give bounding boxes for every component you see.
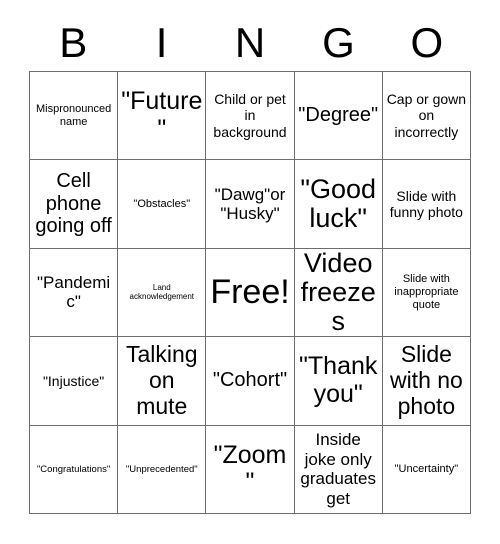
bingo-square[interactable]: "Obstacles" <box>118 160 207 249</box>
bingo-square-label: Child or pet in background <box>213 90 287 140</box>
bingo-square-label: "Obstacles" <box>133 197 191 210</box>
bingo-square-label: "Pandemic" <box>37 272 111 312</box>
bingo-header-letter-i: I <box>155 18 168 66</box>
bingo-square[interactable]: Slide with inappropriate quote <box>382 248 471 338</box>
bingo-square[interactable]: "Thank you" <box>294 337 383 426</box>
bingo-square-label: "Unprecedented" <box>125 463 198 475</box>
bingo-square-label: Mispronounced name <box>35 102 112 128</box>
bingo-square-label: Free! <box>210 272 290 311</box>
bingo-square-label: Video freezes <box>300 248 376 337</box>
bingo-square-label: "Uncertainty" <box>394 462 459 475</box>
bingo-header-letter-b: B <box>59 18 88 66</box>
bingo-square-label: "Zoom" <box>213 440 287 497</box>
bingo-square[interactable]: "Future" <box>118 72 207 161</box>
bingo-square[interactable]: Free! <box>206 248 295 338</box>
bingo-square-label: "Good luck" <box>300 173 377 234</box>
bingo-square-label: Talking on mute <box>125 341 198 419</box>
bingo-square-label: Cell phone going off <box>35 169 112 238</box>
bingo-square-label: Slide with funny photo <box>389 187 463 221</box>
bingo-square-label: "Future" <box>121 87 203 143</box>
bingo-square[interactable]: "Cohort" <box>206 337 295 426</box>
bingo-header-row: B I N G O <box>29 14 471 71</box>
bingo-square[interactable]: "Pandemic" <box>30 248 119 338</box>
bingo-square-label: "Dawg"or "Husky" <box>214 184 286 224</box>
bingo-square-label: Inside joke only graduates get <box>300 430 376 508</box>
bingo-square[interactable]: "Degree" <box>294 72 383 161</box>
bingo-square[interactable]: Child or pet in background <box>206 72 295 161</box>
bingo-square[interactable]: "Dawg"or "Husky" <box>206 160 295 249</box>
bingo-square[interactable]: Video freezes <box>294 248 383 338</box>
bingo-grid: Mispronounced name "Future" Child or pet i… <box>29 71 471 514</box>
bingo-square[interactable]: Slide with no photo <box>382 337 471 426</box>
bingo-header-letter-g: G <box>322 18 355 66</box>
bingo-square[interactable]: Inside joke only graduates get <box>294 425 383 514</box>
bingo-card: B I N G O Mispronounced name "Future" Chil… <box>0 0 500 544</box>
bingo-header-letter-n: N <box>234 18 266 66</box>
bingo-square[interactable]: "Injustice" <box>30 337 119 426</box>
bingo-square-label: "Thank you" <box>299 352 378 408</box>
bingo-square-label: Land acknowledgement <box>129 282 195 302</box>
bingo-square[interactable]: Mispronounced name <box>30 72 119 161</box>
bingo-square-label: "Cohort" <box>212 369 288 392</box>
bingo-square[interactable]: Slide with funny photo <box>382 160 471 249</box>
bingo-square[interactable]: Talking on mute <box>118 337 207 426</box>
bingo-square[interactable]: "Congratulations" <box>30 425 119 514</box>
bingo-square[interactable]: Land acknowledgement <box>118 248 207 338</box>
bingo-square[interactable]: "Zoom" <box>206 425 295 514</box>
bingo-square[interactable]: "Uncertainty" <box>382 425 471 514</box>
bingo-square-label: "Congratulations" <box>36 463 111 475</box>
bingo-square-label: Slide with inappropriate quote <box>394 272 459 312</box>
bingo-square-label: Cap or gown on incorrectly <box>386 90 467 140</box>
bingo-square[interactable]: Cap or gown on incorrectly <box>382 72 471 161</box>
bingo-header-letter-o: O <box>410 18 444 66</box>
bingo-square-label: "Degree" <box>298 104 379 127</box>
bingo-square[interactable]: Cell phone going off <box>30 160 119 249</box>
bingo-square-label: Slide with no photo <box>389 341 463 419</box>
bingo-square[interactable]: "Good luck" <box>294 160 383 249</box>
bingo-square-label: "Injustice" <box>42 372 105 389</box>
bingo-square[interactable]: "Unprecedented" <box>118 425 207 514</box>
